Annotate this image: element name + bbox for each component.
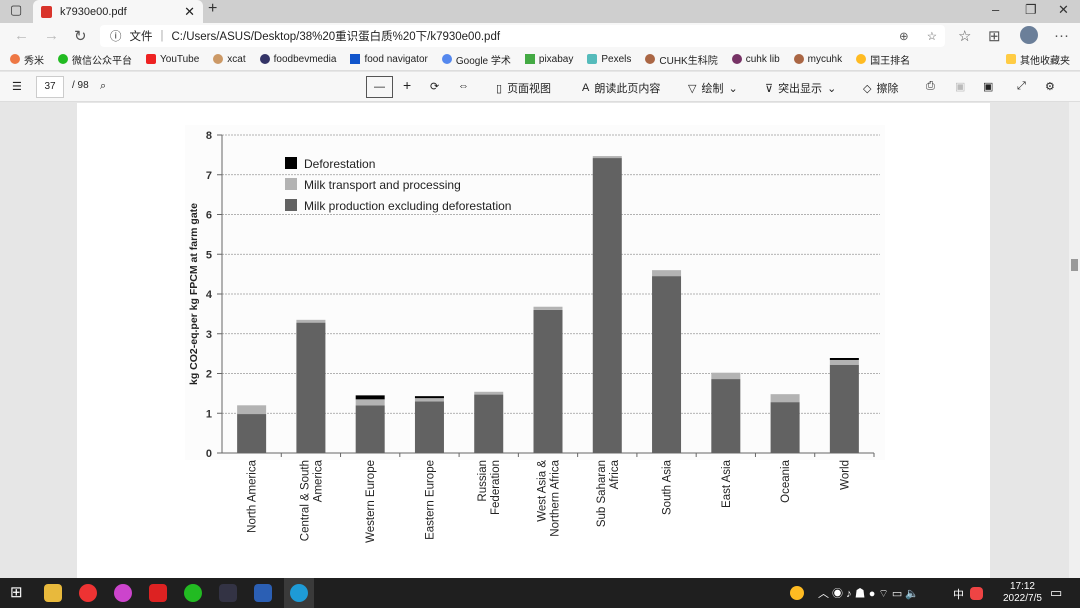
- bar-segment: [533, 309, 563, 453]
- wechat-icon[interactable]: [184, 584, 202, 602]
- app-icon[interactable]: [114, 584, 132, 602]
- edge-icon[interactable]: [284, 578, 314, 608]
- bar-segment: [414, 396, 444, 399]
- bar-segment: [711, 372, 741, 380]
- y-tick-label: 1: [206, 408, 212, 420]
- start-icon[interactable]: ⊞: [10, 583, 28, 601]
- y-tick-label: 8: [206, 130, 212, 142]
- x-tick-label: Central & South: [299, 460, 311, 541]
- explorer-icon[interactable]: [44, 584, 62, 602]
- bar-segment: [355, 405, 385, 453]
- music-icon[interactable]: [149, 584, 167, 602]
- legend-label: Milk production excluding deforestation: [304, 199, 511, 213]
- app-icon[interactable]: [219, 584, 237, 602]
- legend-label: Milk transport and processing: [304, 178, 461, 192]
- x-tick-label: Oceania: [780, 459, 792, 502]
- bar-segment: [592, 156, 622, 159]
- bar-segment: [474, 391, 504, 395]
- bar-segment: [592, 158, 622, 453]
- bar-segment: [652, 270, 682, 277]
- word-icon[interactable]: [254, 584, 272, 602]
- x-tick-label: Sub Saharan: [596, 460, 608, 527]
- taskbar: ⊞ ︿ ◉ ♪ ☗ ● ⌔ ▭ 🔈 中 17:12 2022/7/5 ▭: [0, 578, 1080, 608]
- legend-swatch: [285, 199, 297, 211]
- x-tick-label: America: [312, 459, 324, 502]
- y-tick-label: 2: [206, 369, 212, 381]
- bar-segment: [355, 399, 385, 406]
- tray-icons[interactable]: ︿ ◉ ♪ ☗ ● ⌔ ▭ 🔈: [818, 585, 919, 601]
- bar-segment: [474, 394, 504, 453]
- scrollbar[interactable]: [1069, 102, 1080, 578]
- bar-segment: [711, 379, 741, 453]
- y-tick-label: 4: [206, 289, 213, 301]
- x-tick-label: Federation: [490, 460, 502, 515]
- x-tick-label: East Asia: [721, 459, 733, 508]
- bar-segment: [770, 402, 800, 453]
- bar-segment: [296, 322, 326, 453]
- y-axis-label: kg CO2-eq.per kg FPCM at farm gate: [188, 203, 200, 385]
- bar-segment: [414, 398, 444, 402]
- x-tick-label: Russian: [477, 460, 489, 502]
- y-tick-label: 6: [206, 210, 212, 222]
- chart: 0 1 2 3 4 5 6 7 8 kg CO2-eq.per kg FPCM at farm g…: [185, 125, 885, 543]
- clock[interactable]: 17:12 2022/7/5: [1003, 581, 1042, 605]
- y-tick-label: 3: [206, 329, 212, 341]
- legend-swatch: [285, 178, 297, 190]
- scrollbar-thumb[interactable]: [1071, 259, 1078, 271]
- bar-segment: [237, 405, 267, 415]
- x-tick-label: Africa: [609, 459, 621, 489]
- bar-segment: [652, 276, 682, 453]
- sogou-icon[interactable]: [970, 587, 983, 600]
- notifications-icon[interactable]: ▭: [1050, 585, 1062, 601]
- y-tick-label: 5: [206, 249, 212, 261]
- legend-swatch: [285, 157, 297, 169]
- x-tick-label: North America: [247, 459, 259, 532]
- bar-segment: [829, 359, 859, 365]
- x-tick-label: World: [839, 460, 851, 490]
- ime-indicator[interactable]: 中: [953, 586, 964, 602]
- x-tick-label: Northern Africa: [550, 459, 562, 536]
- legend-label: Deforestation: [304, 157, 375, 171]
- bar-segment: [829, 364, 859, 453]
- bar-segment: [296, 319, 326, 323]
- chrome-icon[interactable]: [79, 584, 97, 602]
- x-tick-label: South Asia: [662, 459, 674, 515]
- x-tick-label: Eastern Europe: [424, 460, 436, 540]
- bar-segment: [533, 306, 563, 310]
- bar-segment: [237, 414, 267, 453]
- bar-segment: [414, 401, 444, 453]
- status-icon[interactable]: [790, 586, 804, 600]
- bar-segment: [829, 357, 859, 360]
- y-tick-label: 0: [206, 448, 212, 460]
- bar-segment: [355, 395, 385, 400]
- x-tick-label: Western Europe: [365, 460, 377, 543]
- y-tick-label: 7: [206, 170, 212, 182]
- bar-segment: [770, 394, 800, 403]
- x-tick-label: West Asia &: [537, 460, 549, 522]
